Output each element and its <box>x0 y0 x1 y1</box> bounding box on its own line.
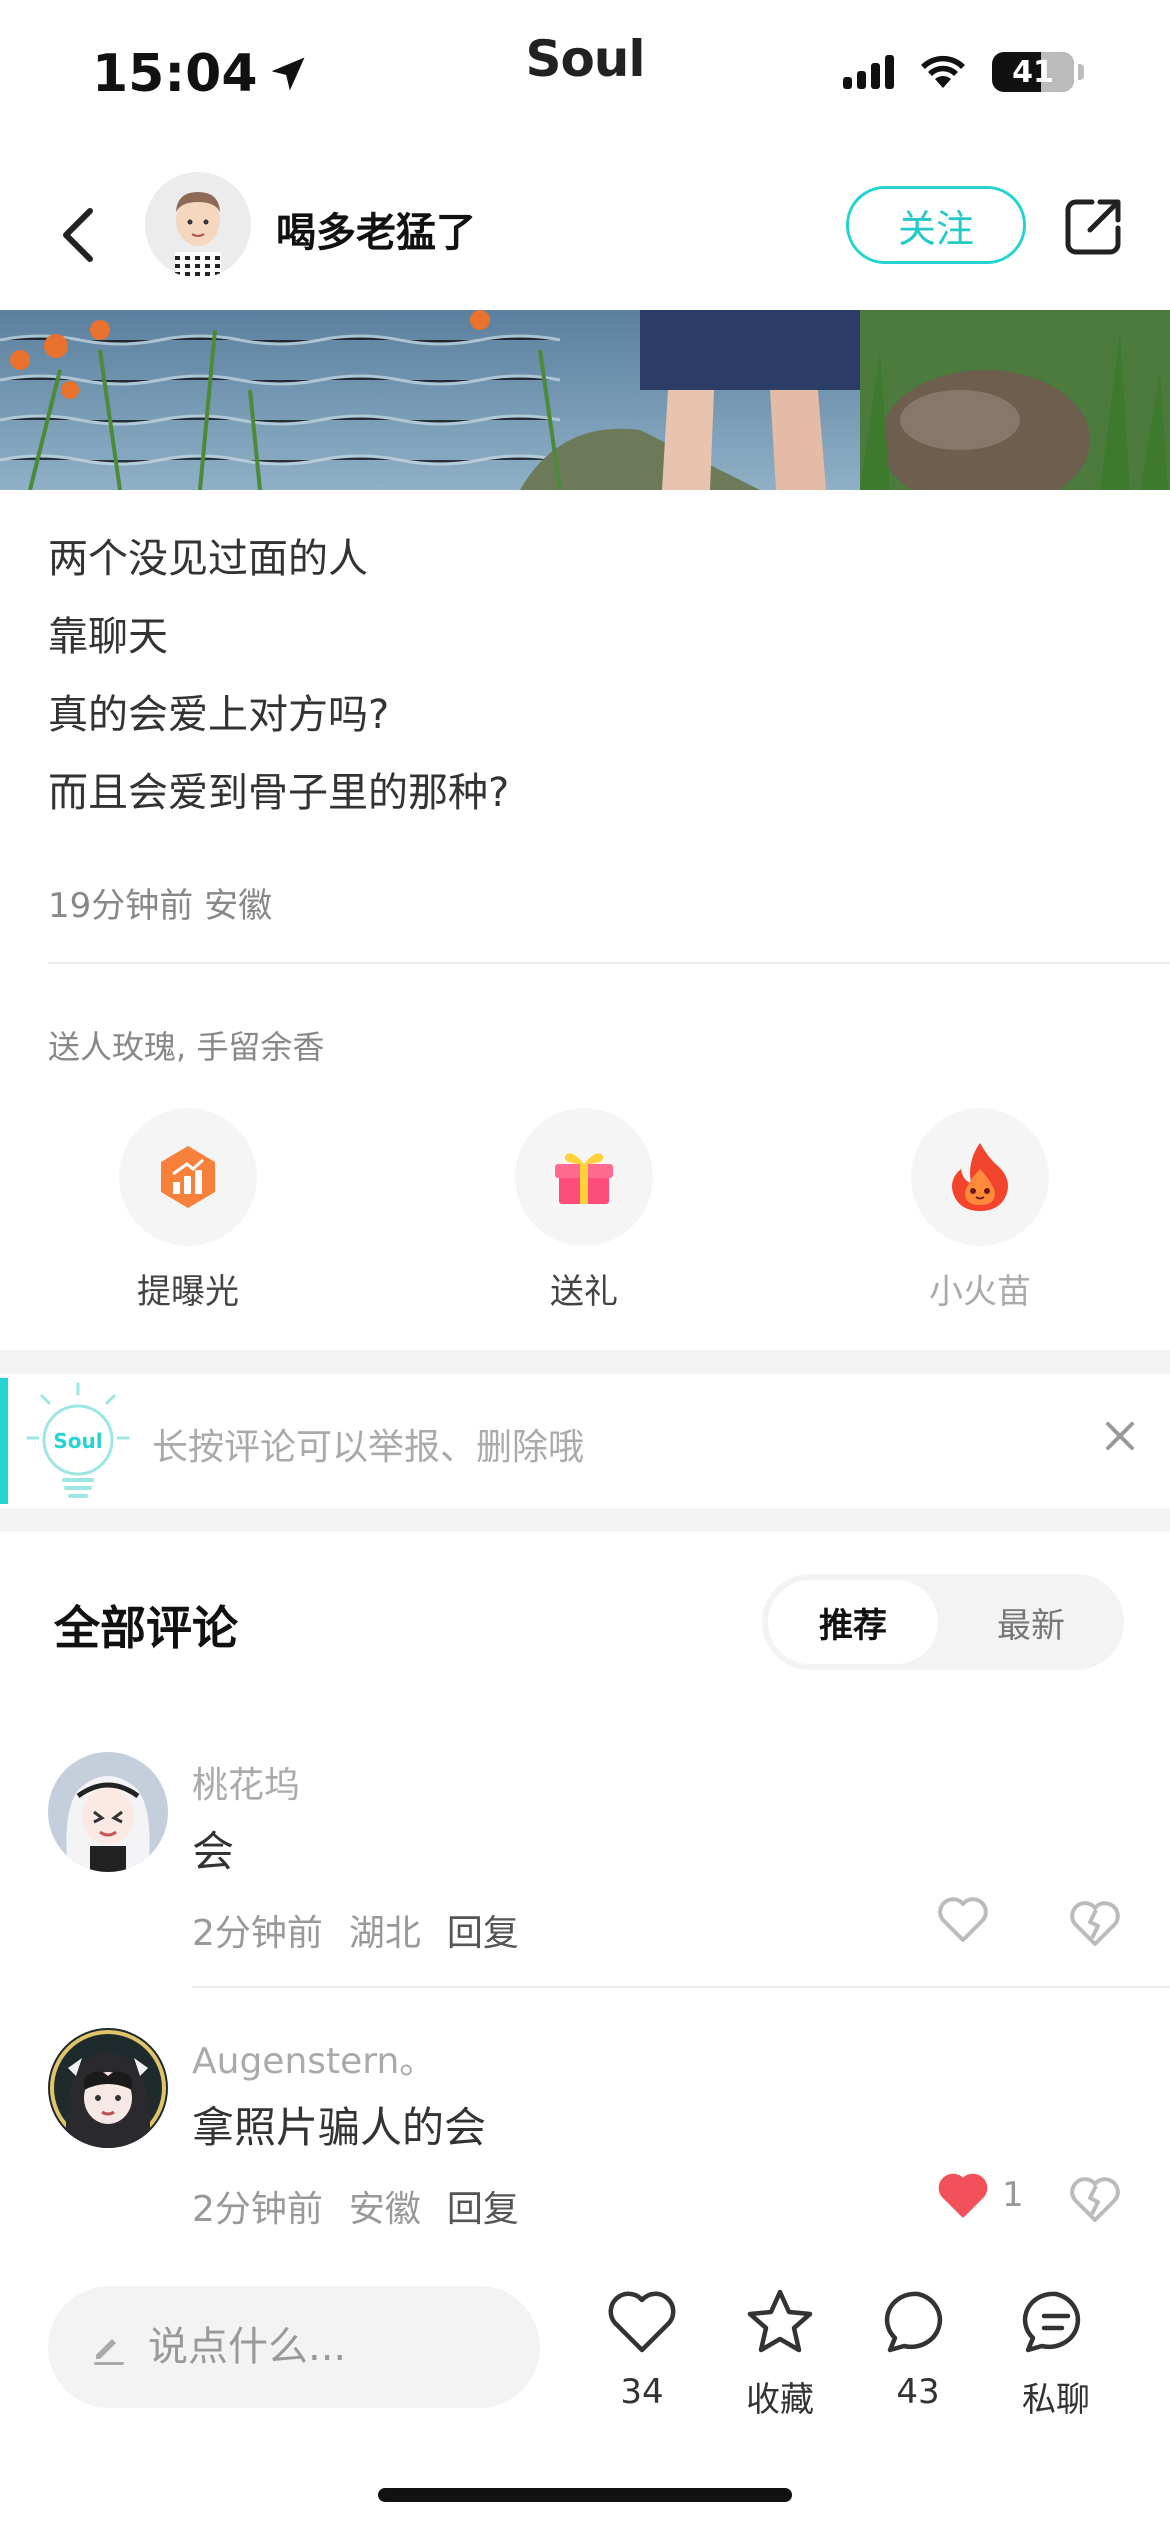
gift-icon <box>555 1153 613 1204</box>
divider <box>192 1986 1170 1988</box>
author-avatar[interactable] <box>145 172 251 278</box>
boost-circle <box>119 1108 257 1246</box>
comment-item[interactable]: 桃花坞 会 2分钟前 湖北 回复 <box>0 1752 1170 1982</box>
comment-item[interactable]: Augenstern。 拿照片骗人的会 2分钟前 安徽 回复 1 <box>0 2028 1170 2248</box>
tip-accent-bar <box>0 1378 8 1504</box>
post-meta: 19分钟前 安徽 <box>48 878 272 927</box>
comment-meta: 2分钟前 湖北 回复 <box>192 1904 519 1956</box>
private-chat-button[interactable]: 私聊 <box>986 2286 1126 2421</box>
like-post-button[interactable]: 34 <box>572 2286 712 2412</box>
collect-label: 收藏 <box>746 2380 814 2420</box>
post-line: 真的会爱上对方吗? <box>48 692 390 738</box>
boost-button[interactable]: 提曝光 <box>88 1108 288 1313</box>
comment-button[interactable]: 43 <box>848 2286 988 2412</box>
flame-label: 小火苗 <box>929 1272 1031 1312</box>
gift-label: 送礼 <box>550 1272 618 1312</box>
gift-button[interactable]: 送礼 <box>484 1108 684 1313</box>
comment-count: 43 <box>896 2372 940 2412</box>
comment-input[interactable] <box>148 2324 528 2370</box>
battery-icon: 41 <box>992 52 1074 92</box>
post-time: 19分钟前 <box>48 886 194 926</box>
tip-text: 长按评论可以举报、删除哦 <box>152 1427 585 1468</box>
avatar-illustration <box>145 172 251 278</box>
section-gap <box>0 1508 1170 1532</box>
avatar-illustration <box>48 1752 168 1872</box>
flame-button[interactable]: 小火苗 <box>880 1108 1080 1313</box>
section-gap <box>0 1350 1170 1374</box>
reply-button[interactable]: 回复 <box>447 1904 519 1956</box>
signal-icon <box>843 55 894 89</box>
gift-circle <box>515 1108 653 1246</box>
star-icon <box>747 2289 813 2353</box>
comment-location: 湖北 <box>348 1913 421 1954</box>
commenter-name[interactable]: Augenstern。 <box>192 2032 435 2084</box>
follow-button[interactable]: 关注 <box>846 186 1026 264</box>
post-photo[interactable] <box>0 310 1170 490</box>
photo-image <box>0 310 1170 490</box>
comment-text: 拿照片骗人的会 <box>192 2103 487 2152</box>
share-icon <box>1065 199 1121 255</box>
like-button[interactable] <box>936 1894 1002 1944</box>
post-location: 安徽 <box>204 886 273 926</box>
sort-toggle: 推荐 最新 <box>762 1574 1124 1670</box>
comment-location: 安徽 <box>348 2189 421 2230</box>
boost-icon <box>161 1146 215 1208</box>
comment-input-container[interactable] <box>48 2286 540 2408</box>
commenter-avatar[interactable] <box>48 2028 168 2148</box>
comment-text: 会 <box>192 1827 235 1876</box>
sort-latest[interactable]: 最新 <box>946 1580 1116 1664</box>
heart-icon <box>608 2291 676 2353</box>
post-line: 而且会爱到骨子里的那种? <box>48 770 510 816</box>
avatar-illustration <box>48 2028 168 2148</box>
back-button[interactable] <box>48 195 108 275</box>
status-bar: 15:04 Soul 41 <box>0 0 1170 150</box>
back-arrow-icon <box>63 208 93 262</box>
flame-circle <box>911 1108 1049 1246</box>
author-name[interactable]: 喝多老猛了 <box>276 200 476 258</box>
reply-button[interactable]: 回复 <box>447 2180 519 2232</box>
battery-level: 41 <box>1012 54 1054 90</box>
post-header: 喝多老猛了 关注 <box>0 160 1170 310</box>
post-line: 靠聊天 <box>48 614 168 660</box>
collect-button[interactable]: 收藏 <box>710 2286 850 2421</box>
home-indicator[interactable] <box>378 2488 792 2502</box>
comment-time: 2分钟前 <box>192 1913 323 1954</box>
like-button[interactable]: 1 <box>936 2170 1024 2220</box>
heart-filled-icon <box>938 2173 988 2218</box>
like-count: 1 <box>1002 2175 1024 2215</box>
tip-banner: Soul 长按评论可以举报、删除哦 <box>0 1374 1170 1508</box>
divider <box>48 962 1170 964</box>
post-line: 两个没见过面的人 <box>48 536 368 582</box>
close-icon[interactable] <box>1098 1414 1142 1458</box>
heart-outline-icon <box>938 1897 988 1942</box>
comment-meta: 2分钟前 安徽 回复 <box>192 2180 519 2232</box>
gift-hint: 送人玫瑰, 手留余香 <box>48 1028 325 1066</box>
flame-icon <box>952 1143 1008 1211</box>
like-post-count: 34 <box>620 2372 664 2412</box>
status-icons: 41 <box>843 52 1084 92</box>
post-content: 两个没见过面的人 靠聊天 真的会爱上对方吗? 而且会爱到骨子里的那种? <box>48 520 1128 832</box>
lightbulb-icon: Soul <box>26 1382 130 1498</box>
share-button[interactable] <box>1062 194 1126 258</box>
commenter-name[interactable]: 桃花坞 <box>192 1756 300 1808</box>
pencil-icon <box>94 2339 124 2365</box>
broken-heart-icon[interactable] <box>1068 2172 1122 2226</box>
comments-title: 全部评论 <box>54 1601 238 1655</box>
wifi-icon <box>921 55 965 88</box>
comment-bubble-icon <box>884 2291 943 2353</box>
private-chat-label: 私聊 <box>1022 2380 1090 2420</box>
boost-label: 提曝光 <box>137 1272 239 1312</box>
sort-recommended[interactable]: 推荐 <box>768 1580 938 1664</box>
comment-time: 2分钟前 <box>192 2189 323 2230</box>
tip-badge-text: Soul <box>53 1429 102 1453</box>
commenter-avatar[interactable] <box>48 1752 168 1872</box>
broken-heart-icon[interactable] <box>1068 1896 1122 1950</box>
chat-icon <box>1022 2291 1081 2353</box>
